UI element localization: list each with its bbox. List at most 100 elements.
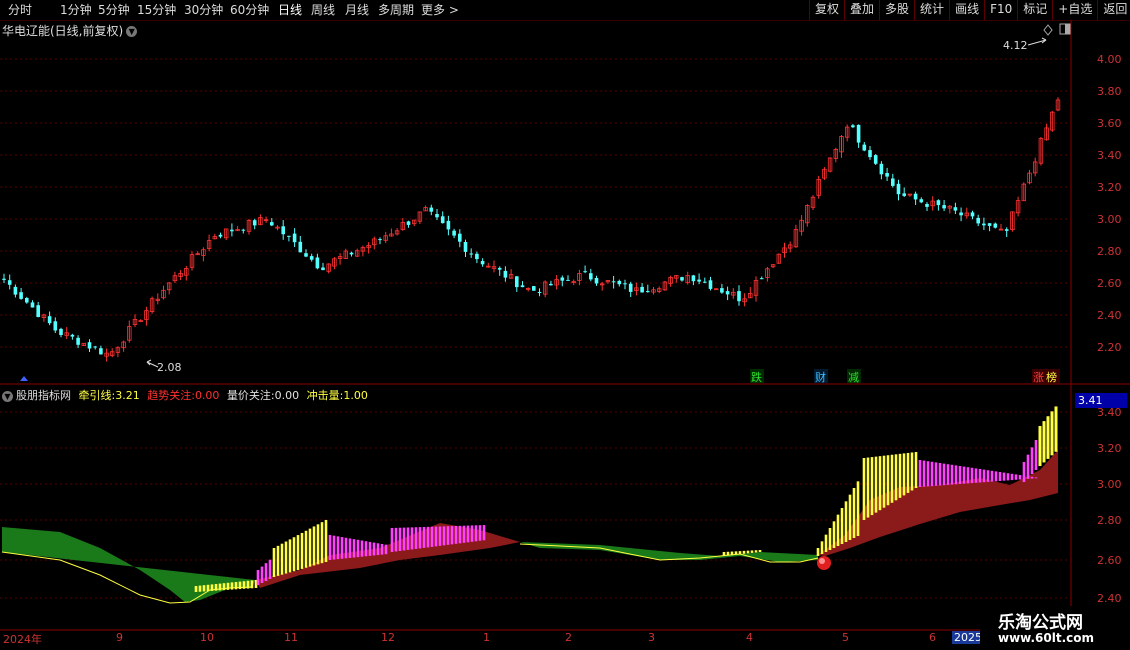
impact-bar [198,585,202,592]
stock-title: 华电辽能(日线,前复权) ▼ [2,22,138,39]
candle-down [93,346,97,348]
date-label: 11 [284,631,298,644]
candle-down [349,252,354,255]
candle-down [13,286,18,295]
price-tick: 3.60 [1097,117,1122,130]
impact-bar [210,584,214,591]
candle-down [87,342,92,349]
impact-bar [320,522,324,564]
price-grid [0,58,1071,348]
candle-down [304,253,308,257]
diamond-icon[interactable] [1043,24,1053,36]
traction-label: 牵引线: [78,389,116,402]
candle-down [53,321,58,331]
impact-bar [316,524,320,565]
event-marker-finance[interactable]: 财 [815,370,826,384]
candle-down [59,328,63,335]
impact-bar [1002,472,1006,481]
impact-bar [292,537,296,572]
watermark: 乐淘公式网 www.60lt.com [980,606,1130,650]
impact-bar [308,528,312,567]
candle-down [480,261,485,265]
watermark-title: 乐淘公式网 [998,613,1083,633]
impact-bar [246,580,250,589]
impact-bar [376,543,380,556]
candle-down [532,286,536,291]
candle-down [503,270,508,278]
impact-bar [410,527,414,550]
event-marker-rise[interactable]: 涨 [1033,371,1044,384]
volume-price-label: 量价关注: [226,389,275,402]
impact-bar [264,563,268,581]
impact-bar [738,551,742,555]
impact-bar [1030,447,1034,474]
impact-bar [202,585,206,592]
impact-bar [418,527,422,549]
candle-down [76,337,80,345]
candle-down [452,230,456,236]
candle-down [970,212,975,217]
candle-down [7,280,12,285]
event-marker-reduce[interactable]: 减 [848,371,859,384]
event-marker-drop[interactable]: 跌 [751,370,762,384]
impact-bar [978,469,982,483]
impact-bar [832,521,836,548]
date-axis: 2024年 9 10 11 12 1 2 3 4 5 6 2025 [0,630,1130,650]
indicator-tick: 3.20 [1097,442,1122,455]
candle-down [896,183,901,195]
impact-bar [856,481,860,536]
panel-toggle-icon[interactable] [1059,23,1071,35]
impact-bar [844,501,848,542]
date-label: 2 [565,631,572,644]
watermark-url: www.60lt.com [998,631,1095,645]
candle-down [982,223,986,226]
candle-down [725,291,730,295]
impact-bar [750,550,754,553]
impact-bar [300,532,304,569]
impact-bar [372,542,376,556]
candle-down [936,200,941,206]
impact-bar [402,527,406,551]
chevron-down-icon[interactable]: ▼ [126,26,138,37]
date-label: 2024年 [3,633,42,646]
impact-bar [272,548,276,577]
impact-bar [966,467,970,484]
candle-down [446,220,451,230]
candle-down [549,283,553,286]
event-marker-board[interactable]: 榜 [1046,370,1057,384]
candle-down [309,256,314,260]
candle-down [537,292,542,293]
impact-bar [734,551,738,555]
impact-bar [194,586,198,592]
candle-down [252,220,257,226]
impact-bar [394,527,398,552]
impact-bar [866,457,870,518]
candle-down [851,125,855,128]
impact-bar [950,464,954,485]
impact-bar [848,494,852,540]
impact-bar [430,526,434,547]
indicator-name[interactable]: 股朋指标网 [16,389,71,402]
candle-down [902,193,906,196]
candle-down [628,283,633,292]
impact-bar [862,458,866,520]
candle-down [868,150,872,158]
candle-down [560,277,565,281]
indicator-tick: 2.40 [1097,592,1122,605]
impact-label: 冲击量: [306,389,344,402]
candle-down [697,279,701,282]
chevron-down-icon[interactable]: ▼ [2,390,13,402]
impact-bar [280,543,284,575]
impact-bar [340,537,344,559]
candle-down [879,163,884,175]
impact-bar [902,453,906,496]
impact-value: 1.00 [343,389,368,402]
impact-bar [870,457,874,516]
impact-bar [954,465,958,485]
impact-bar [1018,475,1022,480]
impact-bar [1030,476,1034,479]
impact-bar [268,559,272,579]
impact-bar [874,456,878,513]
indicator-tick: 2.80 [1097,514,1122,527]
impact-bar [384,544,388,555]
